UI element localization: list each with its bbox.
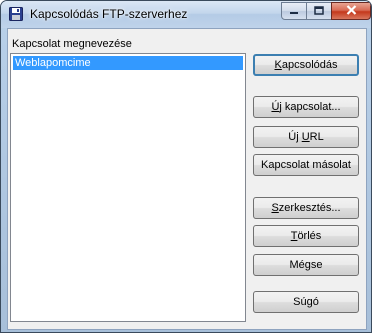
connection-list[interactable]: Weblapomcime [10,53,246,322]
new-connection-button[interactable]: Új kapcsolat... [253,96,359,118]
new-url-label-rest: RL [309,131,324,143]
edit-button[interactable]: Szerkesztés... [253,197,359,219]
cancel-button[interactable]: Mégse [253,254,359,276]
minimize-icon [289,4,299,18]
accel-k: K [274,59,282,71]
window-title: Kapcsolódás FTP-szerverhez [30,7,188,21]
delete-label-rest: örlés [297,230,322,242]
help-button[interactable]: Súgó [253,291,359,313]
connect-label-rest: apcsolódás [281,59,338,71]
maximize-button[interactable] [306,2,332,20]
new-url-pre: Új [288,131,302,143]
ftp-connect-dialog: Kapcsolódás FTP-szerverhez Kapcsolat meg… [0,0,372,333]
list-item-selected[interactable]: Weblapomcime [13,56,243,70]
maximize-icon [314,4,324,18]
floppy-disk-icon [9,7,23,21]
edit-label-rest: zerkesztés... [278,202,341,214]
close-icon [346,4,357,18]
accel-s: S [271,202,279,214]
new-connection-label-rest: j kapcsolat... [279,101,341,113]
close-button[interactable] [331,2,371,20]
dialog-body: Kapcsolat megnevezése Weblapomcime Kapcs… [7,28,367,330]
copy-connection-button[interactable]: Kapcsolat másolat [253,154,359,176]
accel-u: U [301,131,310,143]
connection-name-label: Kapcsolat megnevezése [12,38,132,50]
new-url-button[interactable]: Új URL [253,126,359,148]
delete-button[interactable]: Törlés [253,225,359,247]
title-bar[interactable]: Kapcsolódás FTP-szerverhez [1,1,371,28]
minimize-button[interactable] [281,2,307,20]
connect-button[interactable]: Kapcsolódás [253,54,359,76]
